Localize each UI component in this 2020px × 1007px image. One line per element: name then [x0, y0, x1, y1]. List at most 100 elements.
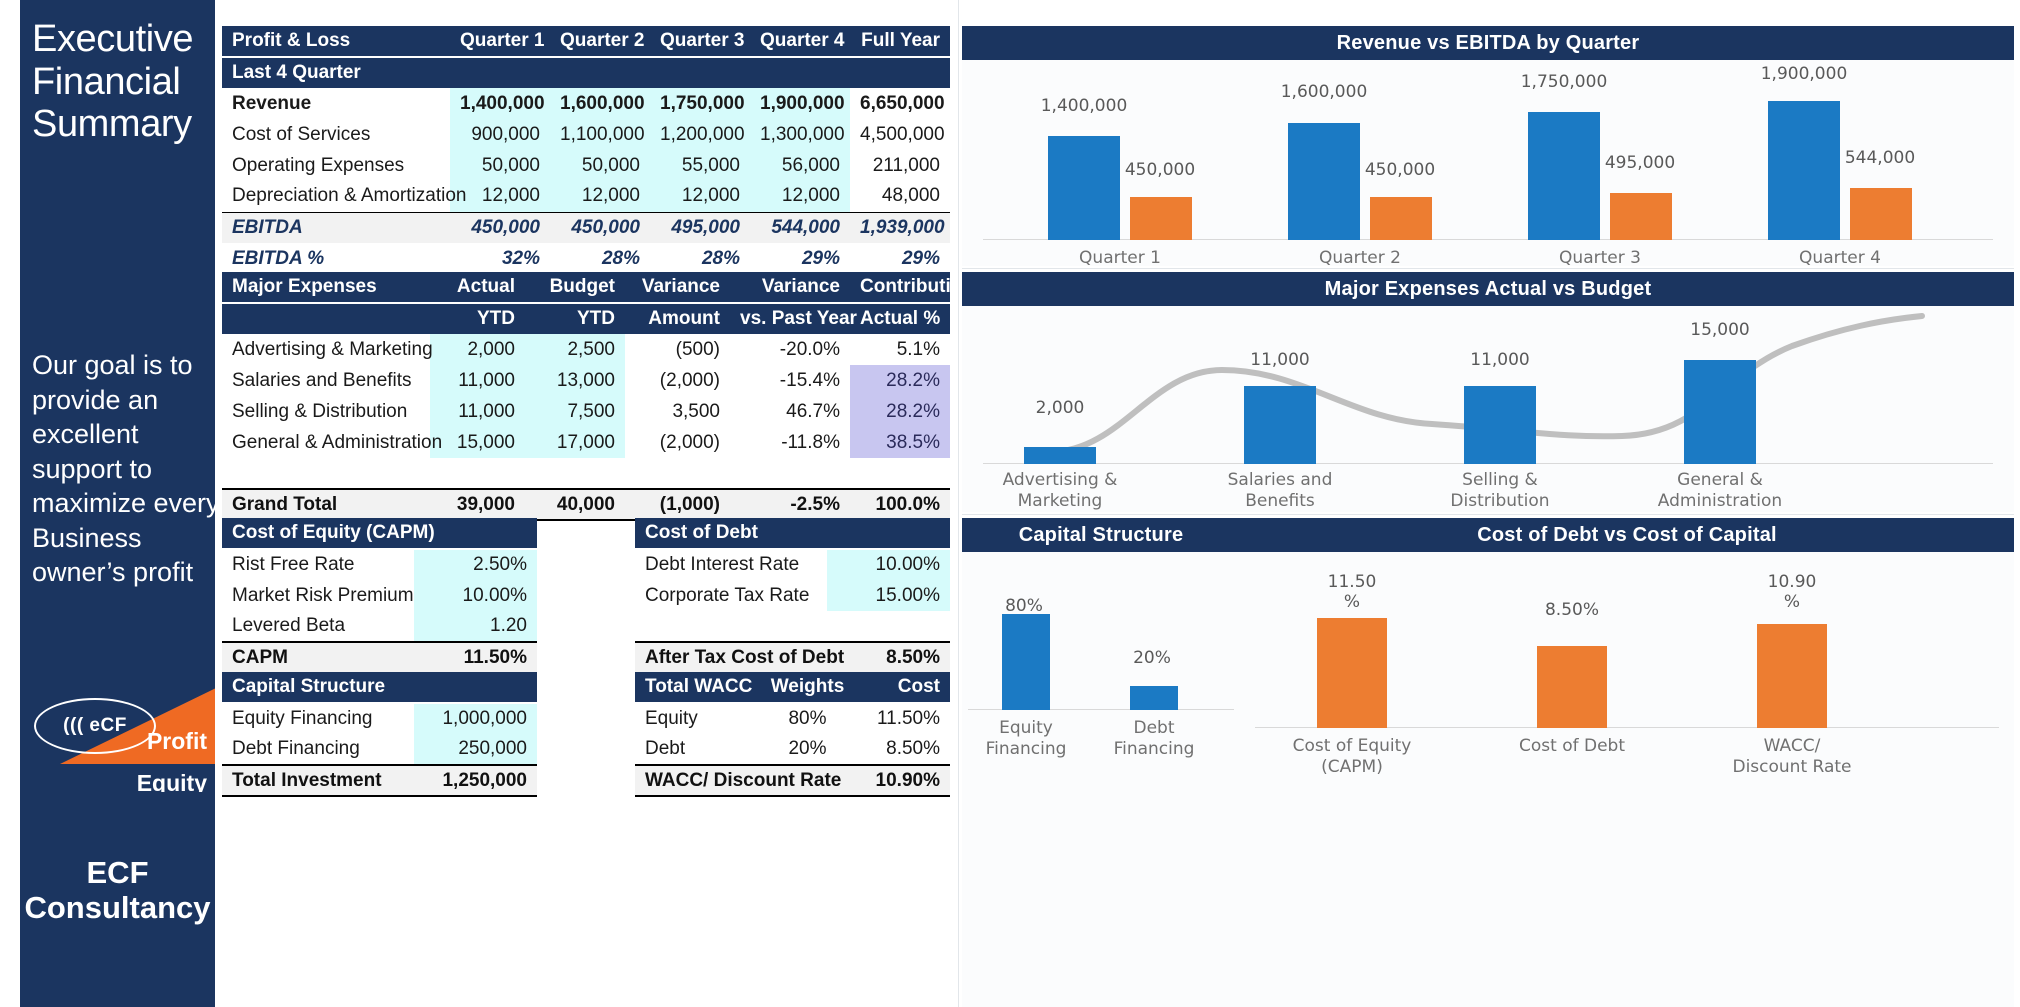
me-sub-amount: Amount — [625, 303, 730, 334]
table-row: Operating Expenses 50,000 50,000 55,000 … — [222, 150, 950, 181]
dashboard-root: Executive Financial Summary Our goal is … — [0, 0, 2020, 1007]
pl-cell: 1,100,000 — [550, 119, 650, 150]
ebitda-pct-cell: 28% — [550, 243, 650, 274]
category-label: Quarter 1 — [1079, 248, 1161, 268]
ebitda-pct-cell: 29% — [750, 243, 850, 274]
capm-row-label: Rist Free Rate — [222, 549, 414, 580]
me-cell: -11.8% — [730, 427, 850, 458]
bar-debt-financing — [1130, 686, 1178, 710]
wacc-weight-cell: 20% — [760, 734, 855, 765]
wacc-total-row: WACC/ Discount Rate 10.90% — [635, 764, 950, 797]
me-total-label: Grand Total — [222, 488, 430, 521]
pl-cell: 900,000 — [450, 119, 550, 150]
chart-capital-structure: Capital Structure 80% 20% Equity Financi… — [962, 518, 1240, 1007]
me-cell: 15,000 — [430, 427, 525, 458]
me-total-cell: 39,000 — [430, 488, 525, 521]
pl-cell: 1,750,000 — [650, 88, 750, 119]
bar-ebitda-q4 — [1850, 188, 1912, 240]
table-row: Depreciation & Amortization 12,000 12,00… — [222, 181, 950, 212]
cod-header-row: Cost of Debt — [635, 518, 950, 550]
wacc-total-cost: 10.90% — [855, 764, 950, 797]
chart-title: Cost of Debt vs Cost of Capital — [1240, 518, 2014, 552]
bar-actual-general — [1684, 360, 1756, 464]
me-total-cell: -2.5% — [730, 488, 850, 521]
ebitda-cell: 544,000 — [750, 211, 850, 243]
chart-plot-area: 11.50 % 8.50% 10.90 % — [1240, 562, 2014, 728]
data-label: 1,900,000 — [1760, 64, 1848, 84]
pl-cell: 12,000 — [650, 181, 750, 212]
ebitda-cell: 450,000 — [550, 211, 650, 243]
pl-section-row: Last 4 Quarter — [222, 57, 950, 88]
logo-profit-label: Profit — [146, 728, 207, 754]
me-header-row: Major Expenses Actual Budget Variance Va… — [222, 272, 974, 304]
capm-cell: 1.20 — [414, 611, 537, 642]
ebitda-cell: 450,000 — [450, 211, 550, 243]
data-label: 8.50% — [1544, 600, 1599, 620]
capm-row-label: Market Risk Premium — [222, 580, 414, 611]
capm-total-row: CAPM 11.50% — [222, 641, 537, 674]
capm-total-value: 11.50% — [414, 641, 537, 674]
data-label: 1,750,000 — [1520, 72, 1608, 92]
table-row: Salaries and Benefits 11,000 13,000 (2,0… — [222, 365, 950, 396]
pl-section-blank-2 — [550, 57, 650, 88]
pl-cell: 6,650,000 — [850, 88, 950, 119]
ebitda-pct-row: EBITDA % 32% 28% 28% 29% 29% — [222, 243, 950, 274]
capital-structure-table: Capital Structure Equity Financing 1,000… — [222, 672, 537, 797]
cod-total-label: After Tax Cost of Debt — [635, 641, 844, 674]
bar-revenue-q2 — [1288, 123, 1360, 240]
me-col-contribution: Contribution — [850, 272, 974, 304]
profit-loss-table: Profit & Loss Quarter 1 Quarter 2 Quarte… — [222, 26, 950, 274]
pl-cell: 12,000 — [550, 181, 650, 212]
pl-cell: 1,600,000 — [550, 88, 650, 119]
table-row: Selling & Distribution 11,000 7,500 3,50… — [222, 396, 950, 427]
data-label: 10.90 % — [1767, 572, 1817, 612]
wacc-cost-cell: 8.50% — [855, 734, 950, 765]
table-row: Equity 80% 11.50% — [635, 703, 950, 734]
me-cell: 46.7% — [730, 396, 850, 427]
pl-cell: 1,400,000 — [450, 88, 550, 119]
capm-total-label: CAPM — [222, 641, 414, 674]
me-cell: 2,500 — [525, 334, 625, 365]
bar-actual-salaries — [1244, 386, 1316, 464]
me-spacer — [525, 458, 625, 489]
category-label: Quarter 4 — [1799, 248, 1881, 268]
cs-cell: 1,000,000 — [414, 703, 537, 734]
me-spacer — [850, 458, 950, 489]
wacc-table: Total WACC Weights Cost Equity 80% 11.50… — [635, 672, 950, 797]
cod-title: Cost of Debt — [635, 518, 950, 550]
category-label: General & Administration — [1657, 470, 1783, 512]
me-col-actual: Actual — [430, 272, 525, 304]
cod-spacer — [827, 611, 950, 642]
category-label: Quarter 3 — [1559, 248, 1641, 268]
me-cell: 3,500 — [625, 396, 730, 427]
me-sub-past-year: vs. Past Year — [730, 303, 857, 334]
bar-ebitda-q1 — [1130, 197, 1192, 240]
me-cell: -20.0% — [730, 334, 850, 365]
ebitda-cell: 1,939,000 — [850, 211, 950, 243]
pl-col-fy: Full Year — [850, 26, 950, 58]
bar-ebitda-q2 — [1370, 197, 1432, 240]
pl-cell: 1,900,000 — [750, 88, 850, 119]
bar-actual-advertising — [1024, 447, 1096, 464]
me-row-label: General & Administration — [222, 427, 442, 458]
wacc-total-label: WACC/ Discount Rate — [635, 764, 841, 797]
ebitda-pct-label: EBITDA % — [222, 243, 450, 274]
bar-revenue-q4 — [1768, 101, 1840, 240]
wacc-col-weights: Weights — [760, 672, 855, 704]
data-label: 15,000 — [1690, 320, 1750, 340]
pl-section-blank-5 — [850, 57, 950, 88]
data-label: 450,000 — [1124, 160, 1196, 180]
ecf-logo-mark: ((( eCF — [34, 698, 156, 754]
pl-col-q4: Quarter 4 — [750, 26, 850, 58]
cs-header-row: Capital Structure — [222, 672, 537, 704]
category-label: WACC/ Discount Rate — [1732, 736, 1852, 778]
table-row: Debt 20% 8.50% — [635, 734, 950, 765]
me-row-label: Selling & Distribution — [222, 396, 430, 427]
category-label: Cost of Equity (CAPM) — [1292, 736, 1412, 778]
pl-section-blank-3 — [650, 57, 750, 88]
pl-section-label: Last 4 Quarter — [222, 57, 450, 88]
me-cell: 5.1% — [850, 334, 950, 365]
data-label: 544,000 — [1844, 148, 1916, 168]
me-spacer — [430, 458, 525, 489]
bar-actual-selling — [1464, 386, 1536, 464]
